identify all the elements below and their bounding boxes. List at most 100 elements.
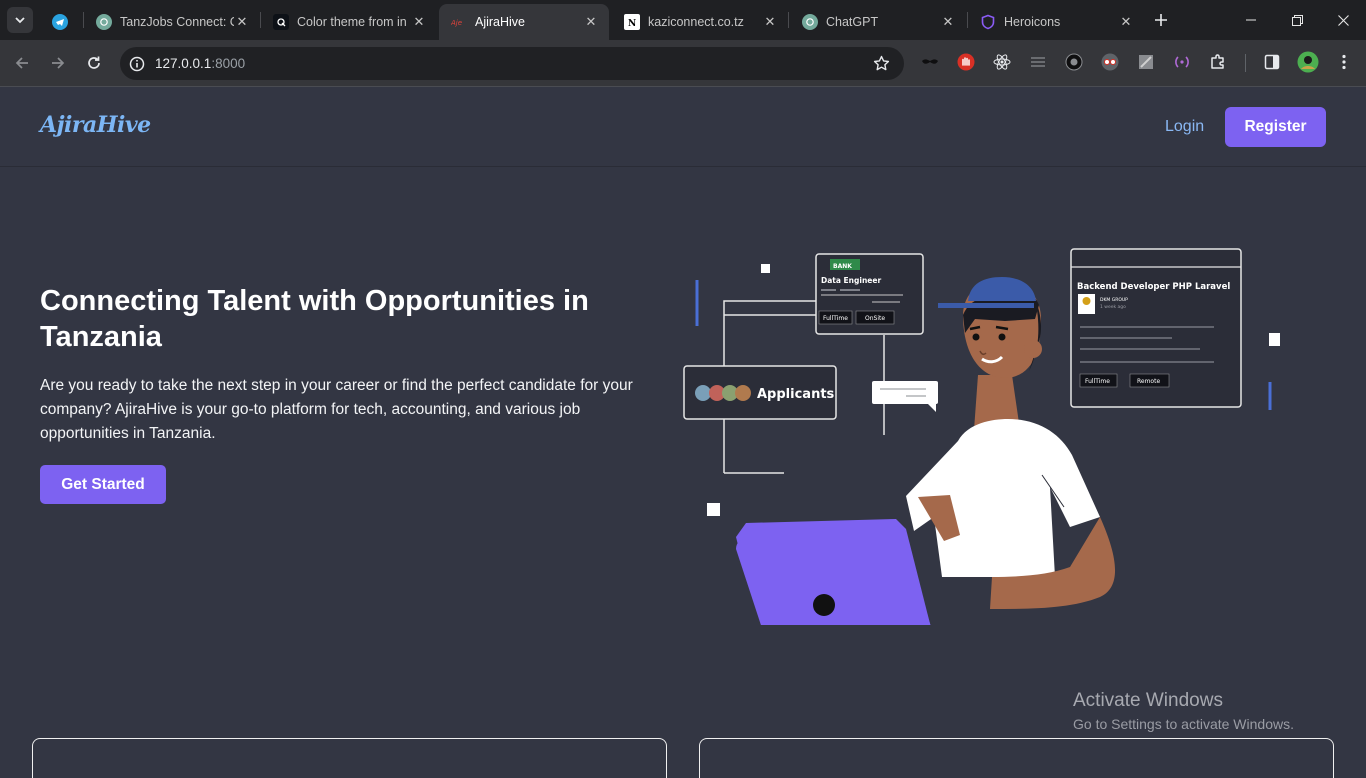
tab-title: Heroicons — [1004, 15, 1061, 29]
minimize-button[interactable] — [1228, 0, 1274, 40]
chevron-down-icon — [15, 17, 25, 24]
incognito-extension-icon[interactable] — [920, 52, 940, 72]
hero-illustration: BANK Data Engineer FullTime OnSite Appli… — [683, 248, 1280, 625]
close-icon[interactable]: ✕ — [583, 14, 599, 30]
chatgpt-icon — [96, 14, 112, 30]
close-window-button[interactable] — [1320, 0, 1366, 40]
svg-text:N: N — [628, 19, 636, 27]
bookmark-star-icon[interactable] — [873, 55, 890, 77]
bank-badge: BANK — [833, 263, 852, 270]
tab-title: TanzJobs Connect: C — [120, 15, 234, 29]
browser-toolbar: 127.0.0.1:8000 — [0, 40, 1366, 86]
register-button[interactable]: Register — [1225, 107, 1326, 147]
reload-button[interactable] — [80, 49, 108, 77]
puzzle-icon[interactable] — [1208, 52, 1228, 72]
close-icon[interactable]: ✕ — [762, 14, 778, 30]
arrow-left-icon — [15, 57, 28, 69]
job-tag: FullTime — [1085, 378, 1110, 385]
hero-description: Are you ready to take the next step in y… — [40, 377, 633, 442]
tab-color-theme[interactable]: Color theme from in ✕ — [261, 4, 437, 40]
close-icon — [1337, 14, 1349, 26]
login-link[interactable]: Login — [1165, 118, 1204, 136]
tab-tanzjobs[interactable]: TanzJobs Connect: C ✕ — [84, 4, 260, 40]
close-icon[interactable]: ✕ — [411, 14, 427, 30]
posted-time: 1 week ago — [1100, 304, 1126, 310]
tab-title: AjiraHive — [475, 15, 526, 29]
restore-icon — [1291, 14, 1303, 26]
plus-icon — [1155, 14, 1167, 26]
tab-title: kaziconnect.co.tz — [648, 15, 744, 29]
job-card-title: Data Engineer — [821, 276, 881, 285]
telegram-icon — [52, 14, 68, 30]
tab-title: ChatGPT — [826, 15, 879, 29]
hand-stop-extension-icon[interactable] — [956, 52, 976, 72]
side-panel-icon[interactable] — [1262, 52, 1282, 72]
company-name: DKM GROUP — [1100, 297, 1128, 303]
page-viewport: AjiraHive Login Register Connecting Tale… — [0, 87, 1366, 778]
shield-icon — [980, 14, 996, 30]
site-logo[interactable]: AjiraHive — [40, 112, 151, 138]
get-started-button[interactable]: Get Started — [40, 465, 166, 504]
back-button[interactable] — [8, 49, 36, 77]
decor-square — [707, 503, 720, 516]
windows-activation-watermark: Activate Windows Go to Settings to activ… — [1073, 690, 1294, 732]
browser-tab-strip: TanzJobs Connect: C ✕ Color theme from i… — [0, 0, 1366, 40]
url-text: 127.0.0.1:8000 — [155, 56, 245, 71]
glasses-extension-icon[interactable] — [1100, 52, 1120, 72]
address-bar[interactable]: 127.0.0.1:8000 — [120, 47, 904, 80]
react-devtools-icon[interactable] — [992, 52, 1012, 72]
toolbar-divider — [1245, 54, 1246, 72]
hero-title: Connecting Talent with Opportunities in … — [40, 285, 589, 353]
pen-extension-icon[interactable] — [1136, 52, 1156, 72]
watermark-subtitle: Go to Settings to activate Windows. — [1073, 716, 1294, 732]
url-port: :8000 — [211, 56, 246, 71]
job-card-backend-developer: Backend Developer PHP Laravel DKM GROUP … — [1070, 248, 1242, 408]
job-tag: OnSite — [865, 315, 885, 322]
job-card-data-engineer: BANK Data Engineer FullTime OnSite — [815, 253, 924, 335]
laptop-logo — [813, 594, 835, 616]
chatgpt-icon — [802, 14, 818, 30]
tab-heroicons[interactable]: Heroicons ✕ — [968, 4, 1144, 40]
circle-extension-icon[interactable] — [1064, 52, 1084, 72]
applicants-card: Applicants — [683, 365, 837, 420]
job-tag: FullTime — [823, 315, 848, 322]
feature-card — [699, 738, 1334, 778]
tab-chatgpt[interactable]: ChatGPT ✕ — [790, 4, 966, 40]
restore-button[interactable] — [1274, 0, 1320, 40]
job-card-title: Backend Developer PHP Laravel — [1077, 282, 1230, 292]
reload-icon — [88, 56, 100, 69]
forward-button[interactable] — [44, 49, 72, 77]
avatar — [695, 385, 711, 401]
list-extension-icon[interactable] — [1028, 52, 1048, 72]
minimize-icon — [1246, 19, 1256, 21]
close-icon[interactable]: ✕ — [234, 14, 250, 30]
feature-card — [32, 738, 667, 778]
tab-ajirahive[interactable]: Aje AjiraHive ✕ — [439, 4, 609, 40]
url-host: 127.0.0.1 — [155, 56, 212, 71]
profile-avatar[interactable] — [1297, 51, 1319, 73]
new-tab-button[interactable] — [1149, 8, 1173, 32]
ajirahive-icon: Aje — [451, 14, 467, 30]
tab-title: Color theme from in — [297, 15, 407, 29]
notion-icon: N — [624, 14, 640, 30]
info-icon[interactable] — [129, 56, 145, 72]
applicants-label: Applicants — [757, 387, 835, 402]
svg-text:Aje: Aje — [451, 19, 462, 27]
tab-telegram[interactable] — [40, 4, 82, 40]
tab-kaziconnect[interactable]: N kaziconnect.co.tz ✕ — [612, 4, 788, 40]
close-icon[interactable]: ✕ — [1118, 14, 1134, 30]
broadcast-extension-icon[interactable] — [1172, 52, 1192, 72]
watermark-title: Activate Windows — [1073, 690, 1223, 711]
tab-separator — [788, 12, 789, 28]
close-icon[interactable]: ✕ — [940, 14, 956, 30]
color-theme-icon — [273, 14, 289, 30]
tab-search-button[interactable] — [7, 7, 33, 33]
kebab-menu-icon[interactable] — [1334, 52, 1354, 72]
chat-bubble — [872, 381, 938, 412]
arrow-right-icon — [52, 57, 65, 69]
avatar — [735, 385, 751, 401]
job-tag: Remote — [1137, 378, 1160, 385]
decor-square — [761, 264, 770, 273]
decor-square — [1269, 333, 1280, 346]
site-header: AjiraHive Login Register — [0, 87, 1366, 167]
